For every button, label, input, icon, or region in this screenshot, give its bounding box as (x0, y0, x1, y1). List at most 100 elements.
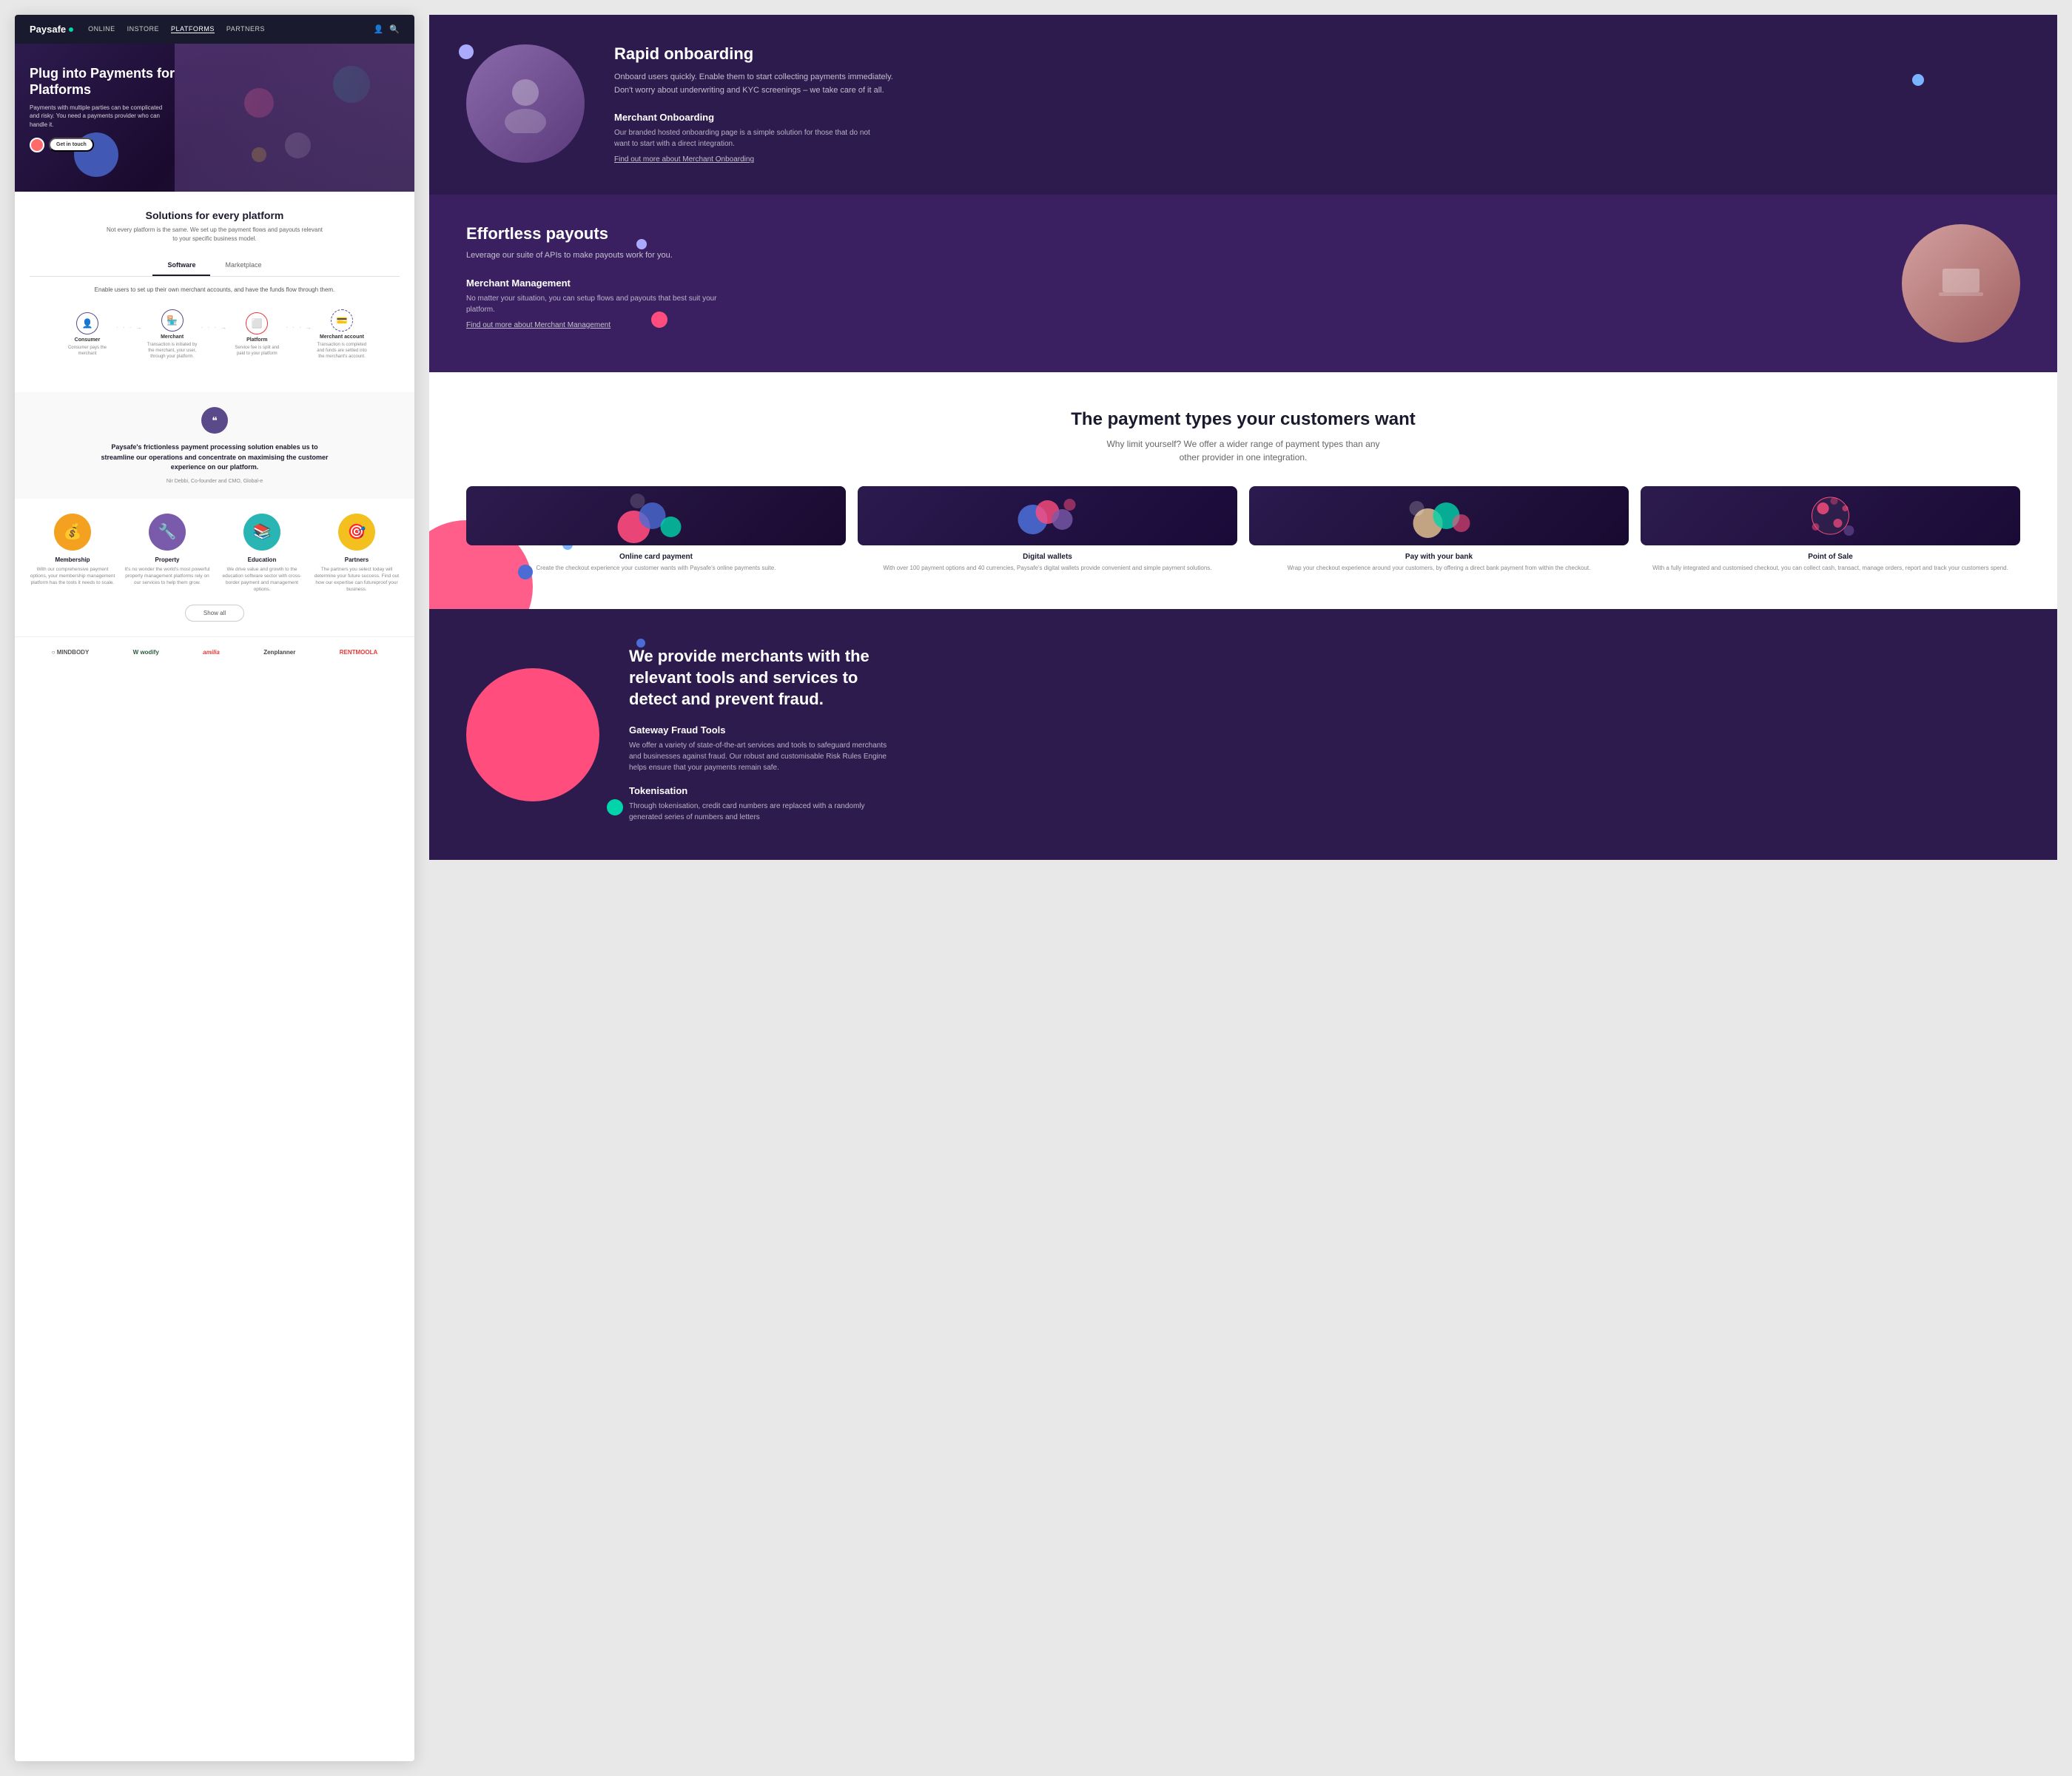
payouts-subtitle: Merchant Management (466, 278, 1872, 289)
fraud-title: We provide merchants with the relevant t… (629, 646, 881, 710)
logo-wodify: W wodify (133, 649, 159, 656)
nav-links: ONLINE INSTORE PLATFORMS PARTNERS (88, 25, 358, 33)
hero-avatar (30, 138, 44, 152)
merchant-label: Merchant (161, 334, 184, 340)
wallets-img (858, 486, 1237, 545)
wallets-decoration (858, 486, 1237, 545)
rapid-circle-lavender (459, 44, 474, 59)
logo[interactable]: Paysafe (30, 24, 73, 35)
flow-platform: ⬜ Platform Service fee is split and paid… (231, 312, 283, 357)
platform-icon: ⬜ (246, 312, 268, 334)
hero-image (175, 44, 414, 192)
user-icon[interactable]: 👤 (374, 24, 384, 34)
quote-icon: ❝ (201, 407, 228, 434)
merchant-management-link[interactable]: Find out more about Merchant Management (466, 321, 610, 329)
fraud-section: We provide merchants with the relevant t… (429, 609, 2057, 860)
hero-section: Plug into Payments for Platforms Payment… (15, 44, 414, 192)
rapid-onboarding-section: Rapid onboarding Onboard users quickly. … (429, 15, 2057, 195)
rapid-onboarding-link[interactable]: Find out more about Merchant Onboarding (614, 155, 754, 164)
membership-title: Membership (30, 556, 115, 563)
tab-marketplace[interactable]: Marketplace (210, 255, 276, 276)
solutions-subtitle: Not every platform is the same. We set u… (104, 226, 326, 243)
bank-img (1249, 486, 1629, 545)
rapid-subsection: Merchant Onboarding Our branded hosted o… (614, 112, 2020, 165)
online-card-decoration (466, 486, 846, 545)
rapid-subdesc: Our branded hosted onboarding page is a … (614, 127, 881, 149)
pos-desc: With a fully integrated and customised c… (1641, 564, 2020, 572)
pos-img (1641, 486, 2020, 545)
consumer-desc: Consumer pays the merchant (61, 346, 113, 357)
logo-dot (69, 27, 73, 32)
platform-desc: Service fee is split and paid to your pl… (231, 346, 283, 357)
get-in-touch-button[interactable]: Get in touch (49, 138, 94, 152)
flow-merchant: 🏪 Merchant Transaction is initiated by t… (147, 309, 198, 360)
rapid-image (466, 44, 585, 163)
property-title: Property (124, 556, 210, 563)
flow-merchant-account: 💳 Merchant account Transaction is comple… (316, 309, 368, 360)
cards-grid: 💰 Membership With our comprehensive paym… (30, 514, 400, 593)
wallets-desc: With over 100 payment options and 40 cur… (858, 564, 1237, 572)
payouts-title: Effortless payouts (466, 224, 1872, 243)
bank-decoration (1249, 486, 1629, 545)
merchant-account-desc: Transaction is completed and funds are s… (316, 343, 368, 360)
right-panel: Rapid onboarding Onboard users quickly. … (429, 15, 2057, 1761)
payouts-image (1902, 224, 2020, 343)
hero-content: Plug into Payments for Platforms Payment… (30, 66, 178, 152)
membership-icon: 💰 (54, 514, 91, 551)
solutions-section: Solutions for every platform Not every p… (15, 192, 414, 392)
payouts-subdesc: No matter your situation, you can setup … (466, 293, 733, 315)
quote-author: Nir Debbi, Co-founder and CMO, Global-e (30, 479, 400, 484)
logo-amilia: amilia (203, 649, 220, 656)
pt-card-pos: Point of Sale With a fully integrated an… (1641, 486, 2020, 572)
platform-label: Platform (246, 337, 267, 343)
tab-description: Enable users to set up their own merchan… (30, 286, 400, 295)
logo-mindbody: ○ MINDBODY (52, 649, 90, 656)
payment-types-subtitle: Why limit yourself? We offer a wider ran… (1103, 437, 1384, 464)
consumer-label: Consumer (75, 337, 101, 343)
card-membership: 💰 Membership With our comprehensive paym… (30, 514, 115, 593)
laptop-silhouette (1931, 254, 1991, 313)
logos-section: ○ MINDBODY W wodify amilia Zenplanner RE… (15, 636, 414, 667)
bank-title: Pay with your bank (1249, 553, 1629, 561)
fraud-tokenisation-desc: Through tokenisation, credit card number… (629, 801, 895, 823)
flow-diagram: 👤 Consumer Consumer pays the merchant · … (30, 309, 400, 360)
merchant-icon: 🏪 (161, 309, 184, 332)
partners-icon: 🎯 (338, 514, 375, 551)
rapid-desc: Onboard users quickly. Enable them to st… (614, 71, 895, 97)
wallets-title: Digital wallets (858, 553, 1237, 561)
nav-link-partners[interactable]: PARTNERS (226, 25, 265, 33)
flow-consumer: 👤 Consumer Consumer pays the merchant (61, 312, 113, 357)
solutions-title: Solutions for every platform (30, 209, 400, 221)
nav-link-platforms[interactable]: PLATFORMS (171, 25, 215, 33)
solution-tabs: Software Marketplace (30, 255, 400, 277)
search-icon[interactable]: 🔍 (389, 24, 400, 34)
rapid-circle-blue-sm (1912, 74, 1924, 86)
education-desc: We drive value and growth to the educati… (219, 566, 305, 593)
quote-section: ❝ Paysafe's frictionless payment process… (15, 392, 414, 499)
fraud-circle-teal (607, 799, 623, 815)
rapid-content: Rapid onboarding Onboard users quickly. … (466, 44, 2020, 165)
payouts-desc: Leverage our suite of APIs to make payou… (466, 249, 1872, 263)
rapid-title: Rapid onboarding (614, 44, 2020, 64)
card-education: 📚 Education We drive value and growth to… (219, 514, 305, 593)
partners-desc: The partners you select today will deter… (314, 566, 400, 593)
card-partners: 🎯 Partners The partners you select today… (314, 514, 400, 593)
online-card-img (466, 486, 846, 545)
nav-link-instore[interactable]: INSTORE (127, 25, 159, 33)
property-desc: It's no wonder the world's most powerful… (124, 566, 210, 586)
payouts-section: Effortless payouts Leverage our suite of… (429, 195, 2057, 372)
pt-card-wallets: Digital wallets With over 100 payment op… (858, 486, 1237, 572)
nav-link-online[interactable]: ONLINE (88, 25, 115, 33)
payment-type-cards: Online card payment Create the checkout … (466, 486, 2020, 572)
flow-arrow-1: · · · → (116, 324, 144, 331)
show-all-button[interactable]: Show all (185, 605, 244, 622)
hero-people-bg (175, 44, 414, 192)
hero-cta: Get in touch (30, 138, 178, 152)
payouts-content: Effortless payouts Leverage our suite of… (466, 224, 2020, 343)
bank-desc: Wrap your checkout experience around you… (1249, 564, 1629, 572)
fraud-gateway-desc: We offer a variety of state-of-the-art s… (629, 740, 895, 773)
tab-software[interactable]: Software (152, 255, 210, 276)
quote-text: Paysafe's frictionless payment processin… (96, 443, 333, 473)
payment-types-title: The payment types your customers want (466, 409, 2020, 430)
partners-title: Partners (314, 556, 400, 563)
